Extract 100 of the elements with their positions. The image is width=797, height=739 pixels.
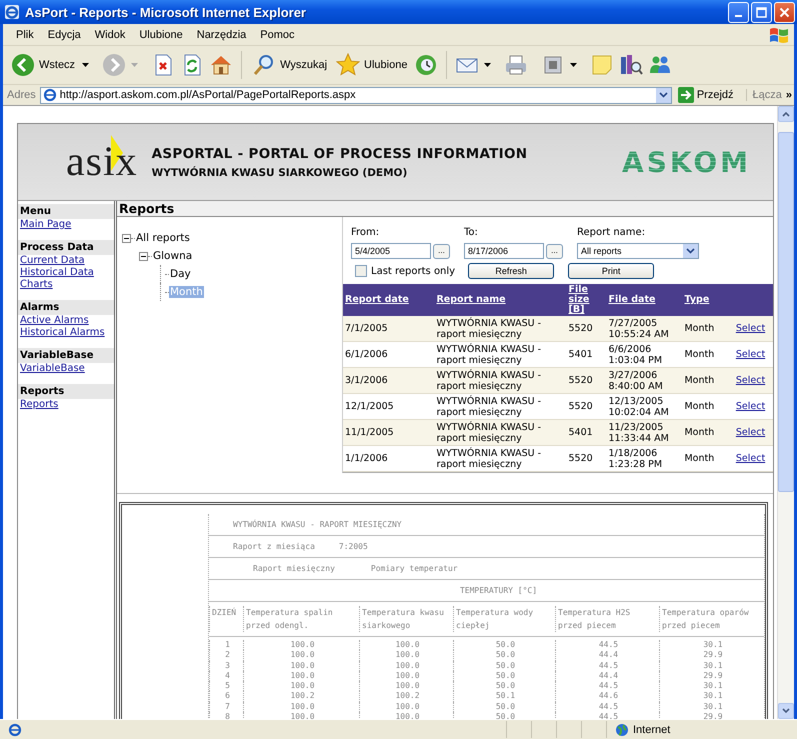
scroll-up-icon[interactable] bbox=[782, 111, 790, 117]
report-cell: 30.1 bbox=[659, 660, 764, 671]
close-icon bbox=[779, 6, 790, 18]
report-cell: 30.1 bbox=[659, 681, 764, 692]
report-cell: 50.0 bbox=[453, 660, 555, 671]
action-button[interactable]: Print bbox=[568, 263, 654, 279]
report-cell: 50.0 bbox=[453, 681, 555, 692]
report-cell: 30.1 bbox=[659, 640, 764, 650]
globe-icon bbox=[615, 722, 629, 736]
to-date-field[interactable]: 8/17/2006 bbox=[464, 243, 544, 259]
table-cell: 5401 bbox=[566, 420, 606, 446]
history-icon[interactable] bbox=[414, 53, 438, 77]
close-button[interactable] bbox=[774, 2, 795, 22]
table-cell: Month bbox=[682, 420, 728, 446]
browser-icon bbox=[4, 4, 20, 20]
dropdown-caret-icon[interactable] bbox=[82, 63, 90, 67]
star-icon bbox=[336, 53, 360, 77]
date-picker-button[interactable]: ... bbox=[546, 244, 563, 258]
report-name-label: Report name: bbox=[577, 227, 646, 238]
checkbox-label[interactable]: Last reports only bbox=[371, 266, 456, 276]
tree-item[interactable]: All reports bbox=[135, 232, 191, 244]
books-icon[interactable] bbox=[619, 53, 644, 77]
sidebar-link[interactable]: Reports bbox=[18, 399, 114, 411]
sidebar-heading: Reports bbox=[18, 384, 114, 399]
report-cell: 100.2 bbox=[243, 691, 359, 702]
sidebar-link[interactable]: Historical Data bbox=[18, 267, 114, 279]
table-cell: WYTWÓRNIA KWASU - raport miesięczny bbox=[434, 368, 566, 394]
report-cell: 100.0 bbox=[359, 660, 453, 671]
favorites-button[interactable]: Ulubione bbox=[334, 53, 410, 77]
tree-item[interactable]: Glowna bbox=[152, 250, 194, 262]
minimize-icon bbox=[735, 14, 742, 16]
report-cell: 100.0 bbox=[359, 640, 453, 650]
report-cell: 44.5 bbox=[555, 702, 659, 712]
report-cell: 100.0 bbox=[359, 650, 453, 661]
menu-item[interactable]: Pomoc bbox=[253, 28, 302, 40]
report-cell: 44.4 bbox=[555, 650, 659, 661]
address-label: Adres bbox=[7, 89, 36, 101]
page-icon bbox=[8, 722, 22, 736]
report-cell: 100.0 bbox=[243, 640, 359, 650]
scroll-down-icon[interactable] bbox=[782, 708, 790, 714]
vertical-scrollbar[interactable] bbox=[777, 106, 794, 719]
links-label[interactable]: Łącza bbox=[746, 89, 782, 101]
table-cell: Month bbox=[682, 446, 728, 472]
report-cell: 44.5 bbox=[555, 660, 659, 671]
go-arrow-icon bbox=[678, 87, 694, 103]
report-column-header: Temperatura H2S przed piecem bbox=[558, 607, 632, 632]
sidebar-heading: Menu bbox=[18, 204, 114, 219]
maximize-icon bbox=[756, 6, 767, 18]
report-cell: 50.1 bbox=[453, 691, 555, 702]
sidebar-link[interactable]: Charts bbox=[18, 279, 114, 291]
report-cell: 3 bbox=[209, 660, 243, 671]
sidebar-heading: Alarms bbox=[18, 300, 114, 315]
collapse-icon[interactable] bbox=[139, 252, 148, 260]
table-cell: 11/23/2005 11:33:44 AM bbox=[606, 420, 682, 446]
table-cell: 1/1/2006 bbox=[343, 446, 434, 472]
report-name-dropdown[interactable]: All reports bbox=[577, 243, 699, 259]
menu-item[interactable]: Plik bbox=[9, 28, 41, 40]
select-link[interactable]: Select bbox=[736, 349, 766, 360]
tree-item[interactable]: Day bbox=[169, 268, 192, 280]
table-cell: 7/27/2005 10:55:24 AM bbox=[606, 316, 682, 342]
from-label: From: bbox=[351, 227, 380, 238]
table-cell: 3/27/2006 8:40:00 AM bbox=[606, 368, 682, 394]
go-button[interactable]: Przejdź bbox=[676, 87, 742, 103]
menu-item[interactable]: Ulubione bbox=[132, 28, 190, 40]
page-title: Reports bbox=[117, 201, 773, 217]
collapse-icon[interactable] bbox=[122, 234, 131, 242]
dropdown-caret-icon[interactable] bbox=[570, 63, 578, 67]
dropdown-caret-icon[interactable] bbox=[484, 63, 492, 67]
column-header-link[interactable]: File size [B] bbox=[568, 285, 604, 315]
search-button[interactable]: Wyszukaj bbox=[250, 53, 330, 77]
address-field[interactable]: http://asport.askom.com.pl/AsPortal/PagePortalReports.aspx bbox=[40, 86, 672, 104]
report-cell: 50.0 bbox=[453, 670, 555, 682]
sidebar-link[interactable]: Historical Alarms bbox=[18, 327, 114, 339]
report-column-header: Temperatura oparów przed piecem bbox=[662, 607, 750, 632]
table-cell: 1/18/2006 1:23:28 PM bbox=[606, 446, 682, 472]
select-link[interactable]: Select bbox=[736, 401, 766, 412]
date-picker-button[interactable]: ... bbox=[433, 244, 450, 258]
table-cell: 3/1/2006 bbox=[343, 368, 434, 394]
from-date-field[interactable]: 5/4/2005 bbox=[351, 243, 431, 259]
table-cell: 11/1/2005 bbox=[343, 420, 434, 446]
home-icon[interactable] bbox=[209, 53, 234, 77]
minimize-button[interactable] bbox=[728, 2, 749, 22]
maximize-button[interactable] bbox=[751, 2, 772, 22]
sidebar-link[interactable]: VariableBase bbox=[18, 363, 114, 375]
action-button[interactable]: Refresh bbox=[468, 263, 554, 279]
menu-item[interactable]: Widok bbox=[88, 28, 132, 40]
sidebar-link[interactable]: Main Page bbox=[18, 219, 114, 231]
more-chevron[interactable]: » bbox=[786, 89, 792, 101]
sidebar-link[interactable]: Active Alarms bbox=[18, 315, 114, 327]
menu-item[interactable]: Narzędzia bbox=[190, 28, 254, 40]
report-cell: 5 bbox=[209, 681, 243, 692]
select-link[interactable]: Select bbox=[736, 453, 766, 464]
checkbox[interactable] bbox=[355, 265, 367, 277]
back-button[interactable]: Wstecz bbox=[9, 53, 78, 77]
menu-item[interactable]: Edycja bbox=[40, 28, 88, 40]
sidebar-link[interactable]: Current Data bbox=[18, 255, 114, 267]
report-cell: 50.0 bbox=[453, 702, 555, 712]
printer-icon[interactable] bbox=[504, 53, 528, 77]
report-cell: 100.0 bbox=[359, 670, 453, 682]
report-cell: 100.0 bbox=[243, 670, 359, 682]
